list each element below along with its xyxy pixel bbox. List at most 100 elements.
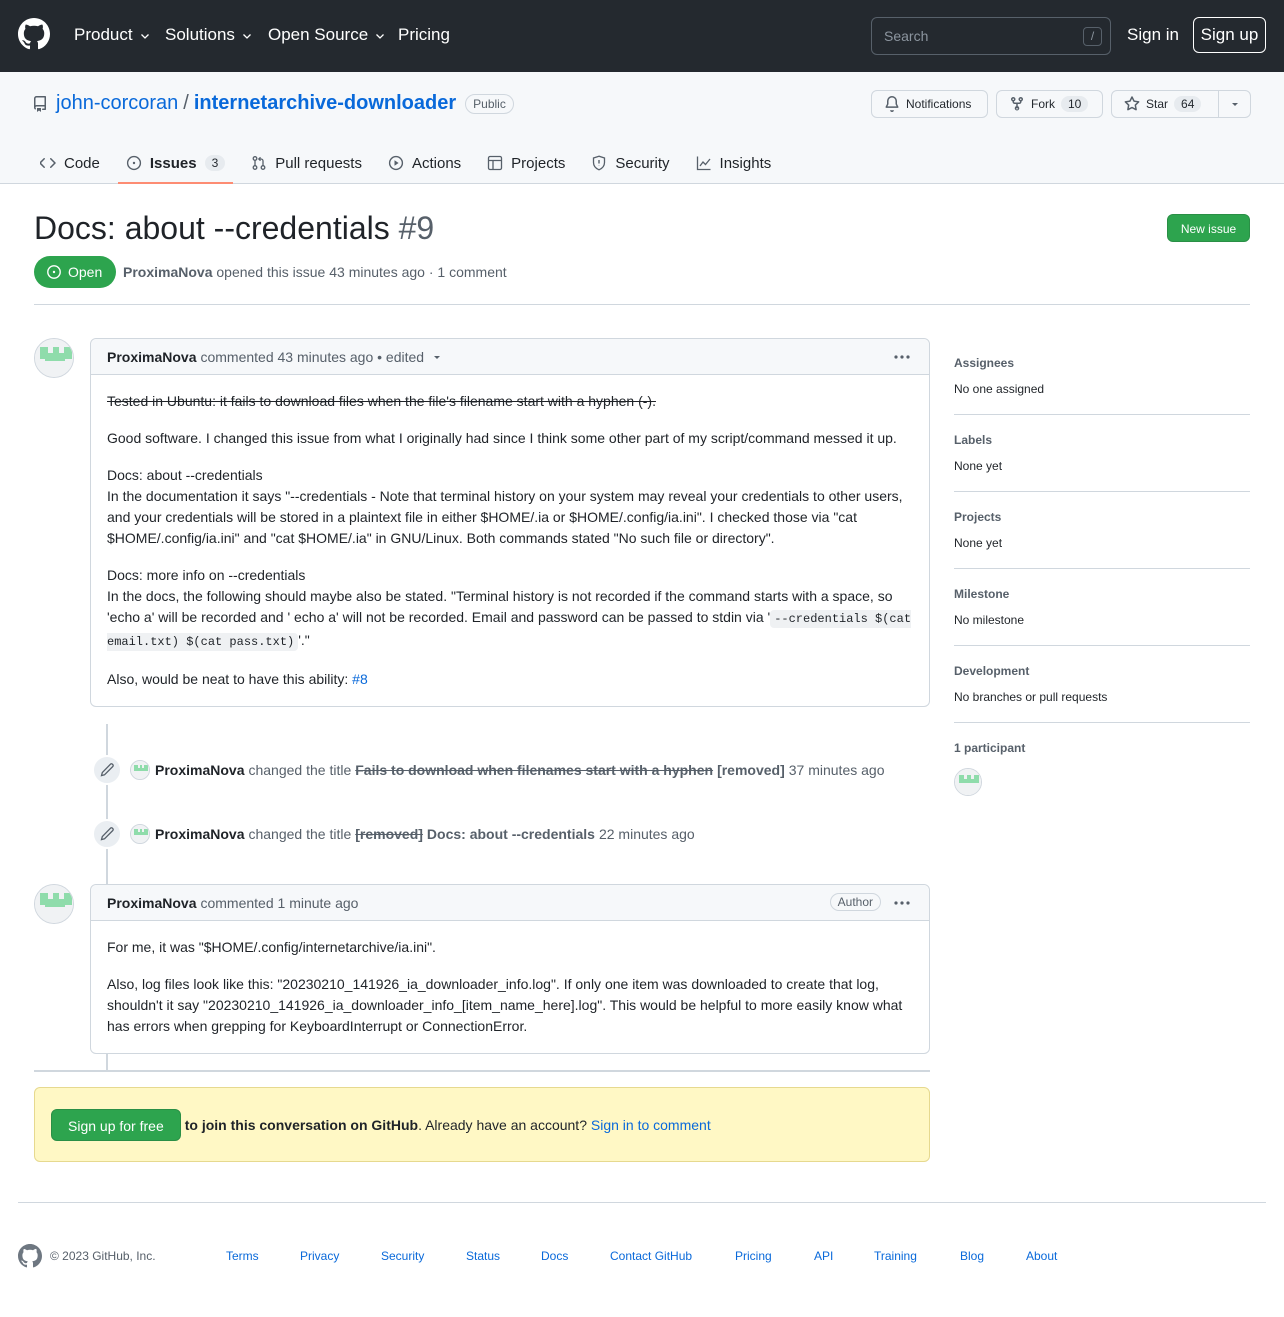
repo-tabs: Code Issues 3 Pull requests Actions Proj… (32, 142, 789, 184)
participant-avatar[interactable] (954, 768, 982, 796)
repo-forked-icon (1009, 96, 1025, 112)
new-issue-button[interactable]: New issue (1167, 214, 1250, 242)
footer-link-security[interactable]: Security (381, 1249, 424, 1263)
kebab-horizontal-icon[interactable] (893, 349, 911, 365)
signup-prompt-text: . Already have an account? (418, 1116, 587, 1133)
repo-owner-link[interactable]: john-corcoran (56, 92, 178, 115)
footer-link-about[interactable]: About (1026, 1249, 1057, 1263)
chevron-down-icon (139, 30, 151, 42)
nav-open-source[interactable]: Open Source (268, 25, 386, 45)
chevron-down-icon (374, 30, 386, 42)
chevron-down-icon (241, 30, 253, 42)
issue-reference-link[interactable]: #8 (352, 671, 368, 687)
tab-pull-requests[interactable]: Pull requests (243, 142, 370, 184)
tab-issues[interactable]: Issues 3 (117, 142, 234, 184)
nav-product[interactable]: Product (74, 25, 151, 45)
code-icon (40, 155, 56, 171)
issue-author-link[interactable]: ProximaNova (123, 264, 212, 280)
comment-paragraph: Docs: more info on --credentials In the … (107, 565, 913, 653)
site-header: Product Solutions Open Source Pricing Se… (0, 0, 1284, 72)
event-author[interactable]: ProximaNova (155, 762, 244, 778)
tab-code[interactable]: Code (32, 142, 108, 184)
kebab-horizontal-icon[interactable] (893, 895, 911, 911)
fork-label: Fork (1031, 97, 1055, 111)
sidebar-divider (954, 645, 1250, 646)
sidebar-projects[interactable]: Projects None yet (954, 510, 1250, 550)
sidebar-assignees[interactable]: Assignees No one assigned (954, 356, 1250, 396)
github-logo-icon[interactable] (18, 18, 50, 50)
comment-author[interactable]: ProximaNova (107, 349, 196, 365)
git-pull-request-icon (251, 155, 267, 171)
tab-actions[interactable]: Actions (380, 142, 469, 184)
timeline-event: ProximaNova changed the title Fails to d… (92, 755, 884, 785)
search-placeholder: Search (884, 28, 929, 44)
fork-button[interactable]: Fork 10 (996, 90, 1103, 118)
sidebar-development[interactable]: Development No branches or pull requests (954, 664, 1250, 704)
event-author[interactable]: ProximaNova (155, 826, 244, 842)
sidebar-heading: Labels (954, 433, 993, 447)
paragraph-text: Also, would be neat to have this ability… (107, 671, 349, 687)
sidebar-milestone[interactable]: Milestone No milestone (954, 587, 1250, 627)
footer-link-blog[interactable]: Blog (960, 1249, 984, 1263)
footer-divider (18, 1202, 1266, 1203)
footer-link-docs[interactable]: Docs (541, 1249, 568, 1263)
timeline-line (106, 724, 108, 884)
avatar[interactable] (34, 884, 74, 924)
star-button[interactable]: Star 64 (1111, 90, 1219, 118)
footer-link-training[interactable]: Training (874, 1249, 917, 1263)
tab-projects[interactable]: Projects (479, 142, 573, 184)
notifications-label: Notifications (906, 97, 972, 111)
sign-in-to-comment-link[interactable]: Sign in to comment (591, 1117, 711, 1133)
comment-paragraph: For me, it was "$HOME/.config/internetar… (107, 939, 436, 955)
footer-link-api[interactable]: API (814, 1249, 833, 1263)
repo-title: john-corcoran / internetarchive-download… (32, 92, 514, 115)
pencil-icon (92, 755, 122, 785)
nav-solutions[interactable]: Solutions (165, 25, 253, 45)
issue-meta-text: opened this issue 43 minutes ago · 1 com… (216, 264, 507, 280)
notifications-button[interactable]: Notifications (871, 90, 988, 118)
sidebar-value: No milestone (954, 613, 1025, 627)
tab-projects-label: Projects (511, 154, 566, 172)
sign-in-link[interactable]: Sign in (1127, 25, 1179, 45)
triangle-down-icon[interactable] (432, 352, 442, 362)
sidebar-heading: 1 participant (954, 741, 1026, 755)
timeline-end-divider (34, 1070, 930, 1072)
paragraph-title: Docs: about --credentials (107, 467, 263, 483)
issue-title: Docs: about --credentials #9 (34, 210, 434, 247)
sidebar-labels[interactable]: Labels None yet (954, 433, 1250, 473)
footer-link-privacy[interactable]: Privacy (300, 1249, 339, 1263)
tab-code-label: Code (64, 154, 100, 172)
nav-pricing[interactable]: Pricing (398, 25, 450, 45)
repo-icon (32, 95, 48, 112)
issue-number: #9 (398, 210, 435, 246)
search-shortcut-hint: / (1083, 27, 1102, 46)
tab-insights[interactable]: Insights (688, 142, 780, 184)
avatar[interactable] (130, 760, 150, 780)
event-action: changed the title (248, 762, 352, 778)
fork-count: 10 (1061, 96, 1089, 112)
search-input[interactable]: Search / (871, 17, 1111, 55)
comment-paragraph: Docs: about --credentials In the documen… (107, 465, 913, 549)
repo-name-link[interactable]: internetarchive-downloader (194, 92, 456, 115)
pencil-icon (92, 819, 122, 849)
footer-link-terms[interactable]: Terms (226, 1249, 259, 1263)
sign-up-button[interactable]: Sign up (1193, 17, 1266, 53)
github-mark-icon[interactable] (18, 1244, 42, 1268)
star-list-dropdown[interactable] (1218, 90, 1251, 118)
comment-author[interactable]: ProximaNova (107, 895, 196, 911)
nav-product-label: Product (74, 25, 133, 44)
footer-link-status[interactable]: Status (466, 1249, 500, 1263)
footer-link-pricing[interactable]: Pricing (735, 1249, 772, 1263)
event-time[interactable]: 37 minutes ago (789, 762, 885, 778)
avatar[interactable] (34, 338, 74, 378)
event-time[interactable]: 22 minutes ago (599, 826, 695, 842)
issue-title-text: Docs: about --credentials (34, 210, 390, 246)
event-action: changed the title (248, 826, 352, 842)
tab-security[interactable]: Security (583, 142, 677, 184)
issue-state-badge: Open (34, 256, 117, 288)
comment: ProximaNova commented 1 minute ago Autho… (90, 884, 930, 1054)
sign-up-for-free-button[interactable]: Sign up for free (51, 1108, 181, 1141)
footer-link-contact[interactable]: Contact GitHub (610, 1249, 692, 1263)
issue-opened-icon (126, 155, 142, 171)
avatar[interactable] (130, 824, 150, 844)
